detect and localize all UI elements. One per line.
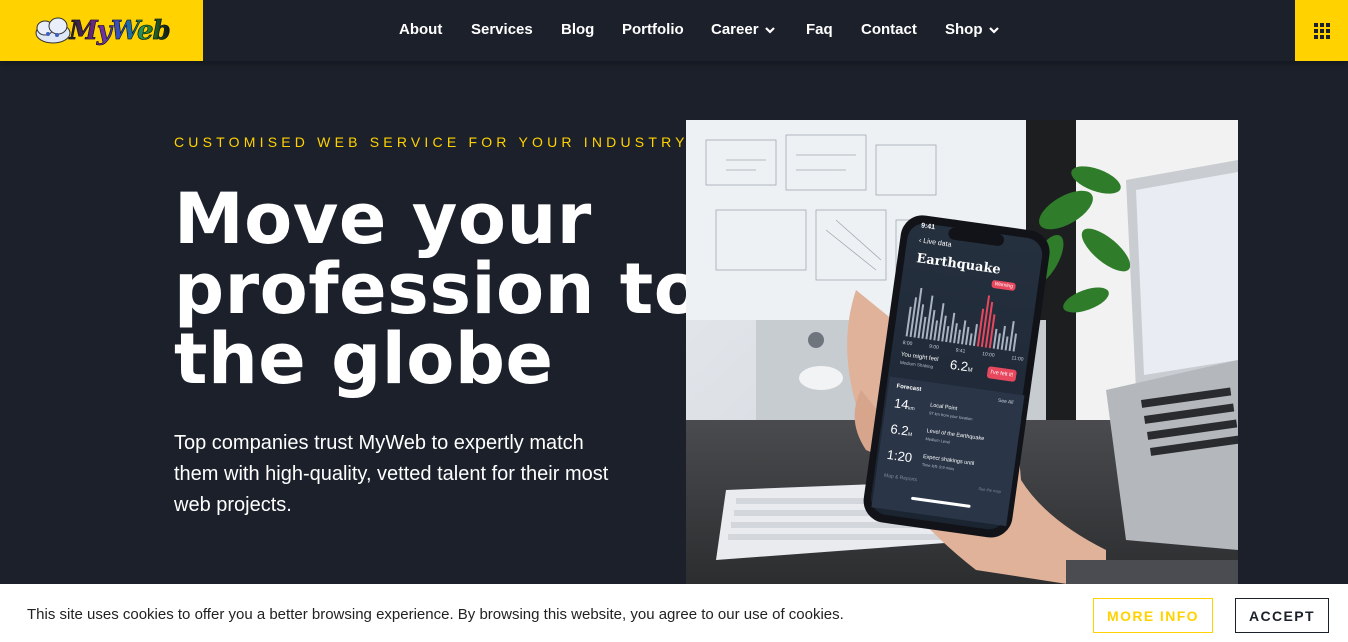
forecast-label: Forecast: [896, 383, 922, 393]
chevron-down-icon: [764, 26, 775, 34]
phone-title: Earthquake: [915, 251, 1002, 278]
headline-line: Move your: [174, 178, 592, 260]
menu-toggle-button[interactable]: [1295, 0, 1348, 61]
nav-label: Portfolio: [622, 21, 684, 38]
hero-image: 9:41 ‹ Live data Earthquake Warning 8:00…: [686, 120, 1238, 590]
row-sub: 97 km from your location: [928, 410, 973, 422]
axis-tick: 9:41: [955, 347, 966, 355]
axis-tick: 8:00: [902, 339, 913, 348]
row-sub: Medium Level: [925, 436, 951, 445]
phone-back-label: Live data: [922, 237, 952, 249]
forecast-row: 6.2M: [890, 421, 914, 439]
see-map-link: See the map: [978, 485, 1002, 495]
felt-it-button: I've felt it!: [986, 366, 1018, 382]
nav-label: Faq: [806, 21, 833, 38]
nav-item-blog[interactable]: Blog: [561, 21, 594, 38]
headline-line: the globe: [174, 318, 554, 400]
map-reports-label: Map & Reports: [883, 472, 918, 484]
main-nav: About Services Blog Portfolio Career Faq…: [0, 0, 1348, 61]
hero-headline: Move your profession to the globe: [174, 178, 703, 400]
see-all-link: See All: [997, 397, 1014, 406]
nav-item-career[interactable]: Career: [711, 21, 776, 38]
more-info-button[interactable]: MORE INFO: [1093, 598, 1213, 633]
grid-icon: [1313, 22, 1330, 39]
nav-item-contact[interactable]: Contact: [861, 21, 917, 38]
cookie-banner: This site uses cookies to offer you a be…: [0, 584, 1348, 642]
feel-value: 6.2: [949, 356, 970, 375]
headline-line: profession to: [174, 248, 703, 330]
phone-back-link: ‹ Live data: [918, 237, 952, 249]
row-value: 6.2: [889, 421, 910, 439]
chevron-down-icon: [988, 26, 999, 34]
hero-lede: Top companies trust MyWeb to expertly ma…: [174, 432, 609, 516]
home-indicator: [910, 496, 971, 508]
nav-label: Blog: [561, 21, 595, 38]
nav-item-about[interactable]: About: [399, 21, 442, 38]
axis-tick: 10:00: [981, 351, 995, 359]
row-unit: M: [907, 431, 913, 439]
nav-label: Shop: [945, 21, 983, 38]
phone-forecast-panel: Forecast See All 14km Local Point 97 km …: [871, 376, 1025, 527]
cookie-text: This site uses cookies to offer you a be…: [27, 606, 844, 623]
nav-label: About: [399, 21, 443, 38]
nav-item-services[interactable]: Services: [471, 21, 533, 38]
nav-item-portfolio[interactable]: Portfolio: [622, 21, 684, 38]
nav-label: Contact: [861, 21, 917, 38]
forecast-row: 1:20: [886, 447, 913, 465]
nav-label: Services: [471, 21, 533, 38]
axis-tick: 11:00: [1010, 355, 1024, 363]
phone-feel-value: 6.2M: [949, 357, 974, 375]
phone-time: 9:41: [920, 222, 936, 232]
row-unit: km: [907, 405, 916, 413]
forecast-row: 14km: [893, 395, 916, 413]
nav-item-shop[interactable]: Shop: [945, 21, 1000, 38]
hero-eyebrow: CUSTOMISED WEB SERVICE FOR YOUR INDUSTRY: [174, 134, 689, 150]
nav-item-faq[interactable]: Faq: [806, 21, 833, 38]
feel-unit: M: [967, 367, 973, 374]
axis-tick: 9:00: [928, 343, 940, 351]
site-header: MyWeb About Services Blog Portfolio Care…: [0, 0, 1348, 61]
nav-label: Career: [711, 21, 759, 38]
row-value: 1:20: [885, 446, 914, 466]
accept-button[interactable]: ACCEPT: [1235, 598, 1329, 633]
